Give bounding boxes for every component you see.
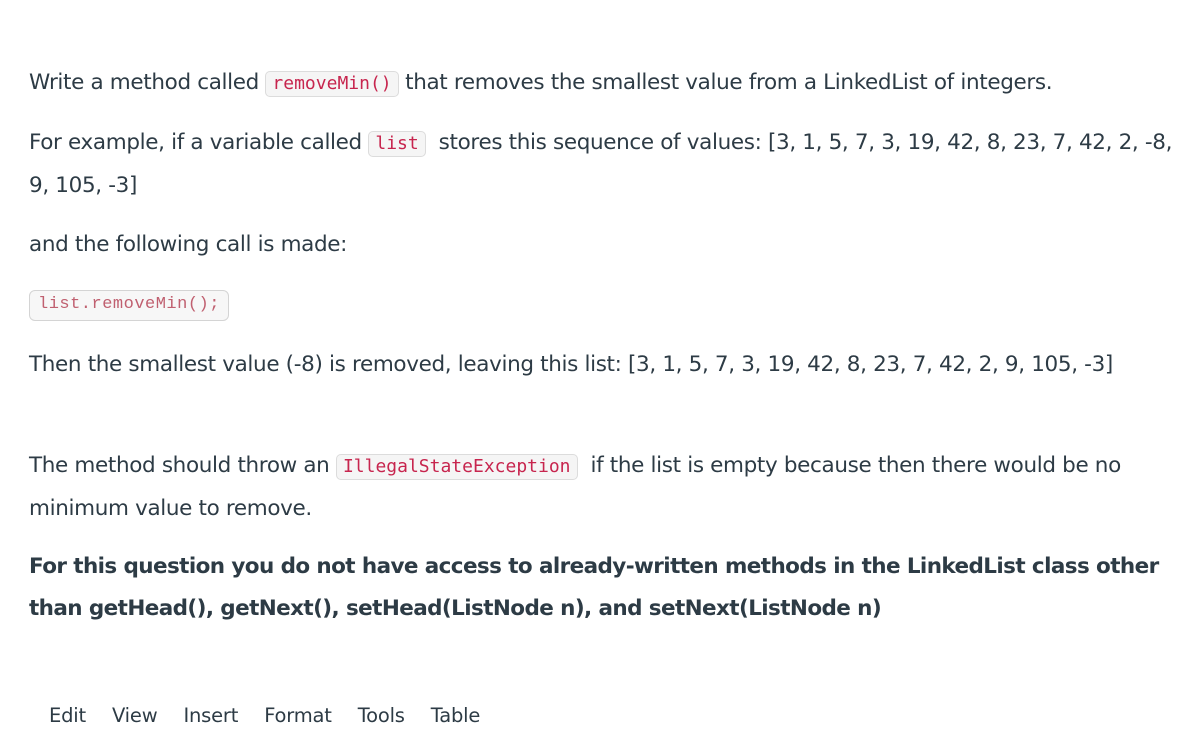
example-paragraph: For example, if a variable called list s… xyxy=(29,122,1174,207)
menu-insert[interactable]: Insert xyxy=(183,704,238,727)
inline-code-remove-min: removeMin() xyxy=(265,71,399,97)
intro-text-end: that removes the smallest value from a L… xyxy=(398,70,1053,95)
restriction-note: For this question you do not have access… xyxy=(29,554,1159,621)
exception-text: The method should throw an xyxy=(29,453,336,478)
menu-edit[interactable]: Edit xyxy=(49,704,86,727)
editor-menubar: Edit View Insert Format Tools Table xyxy=(49,704,506,727)
code-block: list.removeMin(); xyxy=(29,290,229,321)
result-paragraph: Then the smallest value (-8) is removed,… xyxy=(29,352,1113,377)
menu-table[interactable]: Table xyxy=(431,704,481,727)
menu-tools[interactable]: Tools xyxy=(358,704,405,727)
question-intro: Write a method called removeMin() that r… xyxy=(29,62,1053,105)
exception-paragraph: The method should throw an IllegalStateE… xyxy=(29,445,1174,530)
example-text: For example, if a variable called xyxy=(29,130,369,155)
inline-code-list: list xyxy=(368,131,426,157)
inline-code-exception: IllegalStateException xyxy=(335,454,578,480)
call-paragraph: and the following call is made: xyxy=(29,232,348,257)
menu-view[interactable]: View xyxy=(112,704,158,727)
intro-text: Write a method called xyxy=(29,70,266,95)
menu-format[interactable]: Format xyxy=(264,704,332,727)
